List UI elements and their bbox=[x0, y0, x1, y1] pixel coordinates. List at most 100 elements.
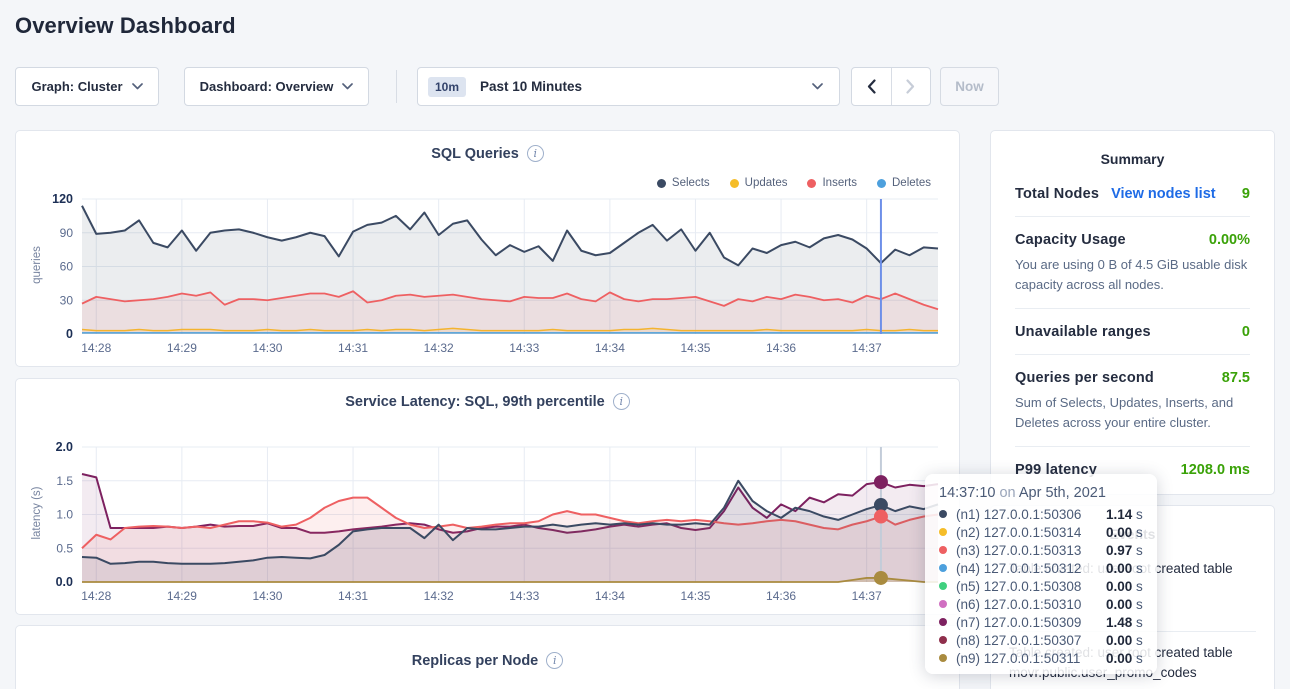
chevron-down-icon bbox=[342, 83, 353, 90]
svg-text:1.5: 1.5 bbox=[56, 474, 73, 488]
svg-text:14:29: 14:29 bbox=[167, 341, 197, 355]
svg-text:90: 90 bbox=[60, 226, 74, 240]
tooltip-node-value: 0.97 s bbox=[1106, 543, 1143, 558]
summary-row: Capacity Usage 0.00% You are using 0 B of … bbox=[1015, 217, 1250, 309]
summary-row-value: 87.5 bbox=[1222, 370, 1250, 386]
summary-row-label: Capacity Usage bbox=[1015, 232, 1126, 248]
summary-row: Queries per second 87.5 Sum of Selects, Up… bbox=[1015, 355, 1250, 447]
legend-dot-icon bbox=[807, 179, 816, 188]
time-range-badge: 10m bbox=[428, 77, 466, 97]
tooltip-node-row: (n4) 127.0.0.1:503120.00 s bbox=[939, 559, 1143, 577]
svg-text:14:36: 14:36 bbox=[766, 589, 796, 603]
svg-text:14:37: 14:37 bbox=[852, 589, 882, 603]
chevron-down-icon bbox=[812, 83, 823, 90]
tooltip-node-value: 1.48 s bbox=[1106, 615, 1143, 630]
series-color-dot-icon bbox=[939, 654, 947, 662]
info-icon[interactable]: i bbox=[546, 652, 563, 669]
svg-text:0: 0 bbox=[66, 327, 73, 341]
tooltip-node-address: (n7) 127.0.0.1:50309 bbox=[956, 615, 1106, 630]
tooltip-node-row: (n7) 127.0.0.1:503091.48 s bbox=[939, 613, 1143, 631]
overview-dashboard-page: Overview Dashboard Graph: Cluster Dashbo… bbox=[0, 0, 1290, 689]
svg-text:14:29: 14:29 bbox=[167, 589, 197, 603]
sql-queries-panel: SQL Queries i Selects Updates Inserts Delet… bbox=[15, 130, 960, 367]
series-color-dot-icon bbox=[939, 510, 947, 518]
replicas-per-node-panel: Replicas per Node i bbox=[15, 625, 960, 689]
legend-item-deletes[interactable]: Deletes bbox=[877, 177, 931, 189]
svg-text:14:36: 14:36 bbox=[766, 341, 796, 355]
summary-row-value: 1208.0 ms bbox=[1181, 462, 1250, 478]
series-color-dot-icon bbox=[939, 546, 947, 554]
summary-row-value: 0.00% bbox=[1209, 232, 1250, 248]
series-color-dot-icon bbox=[939, 564, 947, 572]
tooltip-node-address: (n1) 127.0.0.1:50306 bbox=[956, 507, 1106, 522]
info-icon[interactable]: i bbox=[613, 393, 630, 410]
tooltip-node-address: (n4) 127.0.0.1:50312 bbox=[956, 561, 1106, 576]
legend-label: Inserts bbox=[822, 177, 857, 189]
svg-text:120: 120 bbox=[52, 192, 73, 206]
tooltip-node-row: (n8) 127.0.0.1:503070.00 s bbox=[939, 631, 1143, 649]
svg-text:2.0: 2.0 bbox=[56, 440, 73, 454]
svg-text:14:32: 14:32 bbox=[424, 341, 454, 355]
svg-text:14:30: 14:30 bbox=[252, 341, 282, 355]
tooltip-node-address: (n6) 127.0.0.1:50310 bbox=[956, 597, 1106, 612]
legend-item-inserts[interactable]: Inserts bbox=[807, 177, 857, 189]
legend-label: Deletes bbox=[892, 177, 931, 189]
svg-text:30: 30 bbox=[60, 293, 74, 307]
svg-text:14:35: 14:35 bbox=[680, 589, 710, 603]
sql-queries-legend: Selects Updates Inserts Deletes bbox=[657, 177, 931, 189]
series-color-dot-icon bbox=[939, 582, 947, 590]
tooltip-timestamp: 14:37:10 on Apr 5th, 2021 bbox=[939, 485, 1143, 501]
dashboard-dropdown[interactable]: Dashboard: Overview bbox=[184, 67, 369, 106]
tooltip-node-address: (n5) 127.0.0.1:50308 bbox=[956, 579, 1106, 594]
legend-item-selects[interactable]: Selects bbox=[657, 177, 710, 189]
time-next-button[interactable] bbox=[891, 68, 931, 105]
tooltip-node-value: 0.00 s bbox=[1106, 525, 1143, 540]
summary-row: Unavailable ranges0 bbox=[1015, 309, 1250, 355]
tooltip-node-row: (n6) 127.0.0.1:503100.00 s bbox=[939, 595, 1143, 613]
summary-row-subtext: You are using 0 B of 4.5 GiB usable disk… bbox=[1015, 255, 1250, 294]
sql-queries-title: SQL Queries bbox=[431, 146, 519, 162]
svg-text:14:35: 14:35 bbox=[680, 341, 710, 355]
svg-text:14:34: 14:34 bbox=[595, 589, 625, 603]
legend-label: Selects bbox=[672, 177, 710, 189]
chevron-left-icon bbox=[867, 79, 876, 94]
sql-queries-chart[interactable]: 030609012014:2814:2914:3014:3114:3214:33… bbox=[17, 189, 958, 361]
time-prev-button[interactable] bbox=[852, 68, 891, 105]
series-color-dot-icon bbox=[939, 528, 947, 536]
graph-dropdown[interactable]: Graph: Cluster bbox=[15, 67, 159, 106]
tooltip-node-value: 1.14 s bbox=[1106, 507, 1143, 522]
summary-row: Total NodesView nodes list9 bbox=[1015, 171, 1250, 217]
svg-text:14:33: 14:33 bbox=[509, 341, 539, 355]
svg-text:1.0: 1.0 bbox=[56, 508, 73, 522]
time-range-picker[interactable]: 10m Past 10 Minutes bbox=[417, 67, 840, 106]
chevron-down-icon bbox=[132, 83, 143, 90]
summary-panel: Summary Total NodesView nodes list9Capac… bbox=[990, 130, 1275, 495]
time-step-button-group bbox=[851, 67, 931, 106]
svg-text:14:33: 14:33 bbox=[509, 589, 539, 603]
tooltip-node-row: (n3) 127.0.0.1:503130.97 s bbox=[939, 541, 1143, 559]
info-icon[interactable]: i bbox=[527, 145, 544, 162]
tooltip-node-value: 0.00 s bbox=[1106, 633, 1143, 648]
summary-row-subtext: Sum of Selects, Updates, Inserts, and De… bbox=[1015, 393, 1250, 432]
service-latency-chart[interactable]: 0.00.51.01.52.014:2814:2914:3014:3114:32… bbox=[17, 437, 958, 609]
tooltip-node-address: (n3) 127.0.0.1:50313 bbox=[956, 543, 1106, 558]
summary-title: Summary bbox=[991, 131, 1274, 167]
tooltip-node-row: (n1) 127.0.0.1:503061.14 s bbox=[939, 505, 1143, 523]
tooltip-node-row: (n5) 127.0.0.1:503080.00 s bbox=[939, 577, 1143, 595]
tooltip-node-row: (n2) 127.0.0.1:503140.00 s bbox=[939, 523, 1143, 541]
tooltip-node-row: (n9) 127.0.0.1:503110.00 s bbox=[939, 649, 1143, 667]
series-color-dot-icon bbox=[939, 600, 947, 608]
svg-text:14:28: 14:28 bbox=[81, 341, 111, 355]
svg-text:14:30: 14:30 bbox=[252, 589, 282, 603]
svg-text:14:32: 14:32 bbox=[424, 589, 454, 603]
series-color-dot-icon bbox=[939, 618, 947, 626]
legend-item-updates[interactable]: Updates bbox=[730, 177, 788, 189]
time-range-label: Past 10 Minutes bbox=[480, 79, 812, 94]
chart-hover-tooltip: 14:37:10 on Apr 5th, 2021 (n1) 127.0.0.1… bbox=[925, 474, 1157, 674]
view-nodes-list-link[interactable]: View nodes list bbox=[1111, 186, 1216, 202]
legend-label: Updates bbox=[745, 177, 788, 189]
legend-dot-icon bbox=[730, 179, 739, 188]
service-latency-title: Service Latency: SQL, 99th percentile bbox=[345, 394, 605, 410]
summary-row-label: Queries per second bbox=[1015, 370, 1154, 386]
now-button[interactable]: Now bbox=[940, 67, 999, 106]
